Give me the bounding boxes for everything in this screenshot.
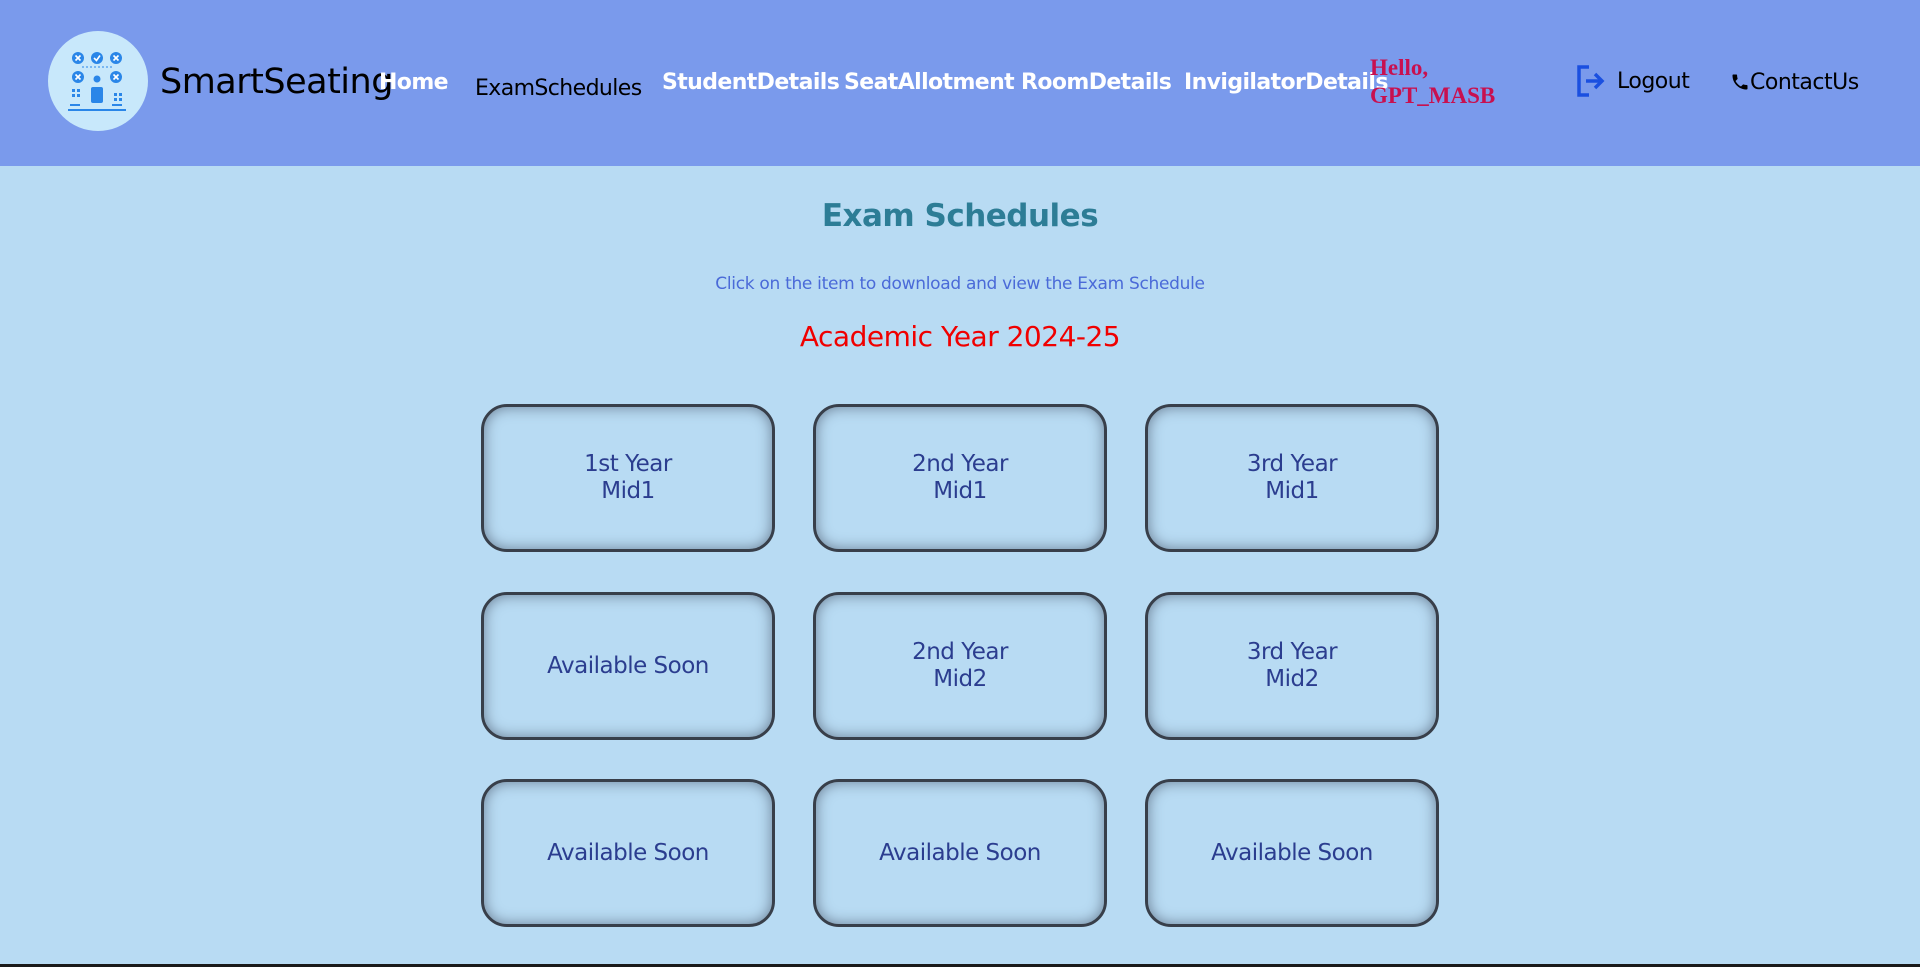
card-line1: 3rd Year — [1246, 639, 1338, 665]
card-line2: Mid1 — [1265, 478, 1319, 504]
logout-button[interactable]: Logout — [1575, 64, 1690, 98]
schedule-card-2nd-year-mid1[interactable]: 2nd Year Mid1 — [813, 404, 1107, 552]
schedule-card-3rd-year-mid2[interactable]: 3rd Year Mid2 — [1145, 592, 1439, 740]
nav-seat-allotment[interactable]: SeatAllotment — [844, 70, 1015, 96]
schedule-card-available-soon[interactable]: Available Soon — [481, 592, 775, 740]
contact-us-link[interactable]: ContactUs — [1730, 68, 1859, 96]
greeting-username: GPT_MASB — [1370, 83, 1496, 108]
card-line1: 2nd Year — [912, 639, 1008, 665]
card-line1: 1st Year — [584, 451, 672, 477]
nav-home[interactable]: Home — [379, 70, 449, 96]
logout-label: Logout — [1617, 68, 1690, 94]
nav-invigilator-details[interactable]: InvigilatorDetails — [1184, 70, 1388, 96]
schedule-card-available-soon[interactable]: Available Soon — [813, 779, 1107, 927]
card-line1: 2nd Year — [912, 451, 1008, 477]
schedule-card-available-soon[interactable]: Available Soon — [481, 779, 775, 927]
academic-year: Academic Year 2024-25 — [799, 320, 1121, 353]
logout-icon — [1577, 65, 1605, 97]
schedule-card-3rd-year-mid1[interactable]: 3rd Year Mid1 — [1145, 404, 1439, 552]
schedule-card-2nd-year-mid2[interactable]: 2nd Year Mid2 — [813, 592, 1107, 740]
card-line2: Mid2 — [933, 666, 987, 692]
card-line2: Mid1 — [933, 478, 987, 504]
schedule-card-1st-year-mid1[interactable]: 1st Year Mid1 — [481, 404, 775, 552]
card-line2: Mid2 — [1265, 666, 1319, 692]
card-line1: Available Soon — [1211, 839, 1373, 866]
contact-us-label: ContactUs — [1750, 69, 1859, 95]
schedule-card-available-soon[interactable]: Available Soon — [1145, 779, 1439, 927]
card-line1: Available Soon — [547, 652, 709, 679]
card-line1: Available Soon — [547, 839, 709, 866]
card-line1: Available Soon — [879, 839, 1041, 866]
navbar: SmartSeating Home ExamSchedules StudentD… — [0, 0, 1920, 166]
greeting-line1: Hello, — [1370, 55, 1429, 80]
card-line2: Mid1 — [601, 478, 655, 504]
brand-name[interactable]: SmartSeating — [160, 62, 393, 102]
card-line1: 3rd Year — [1246, 451, 1338, 477]
classroom-seating-icon — [68, 52, 126, 111]
phone-icon — [1732, 74, 1748, 90]
nav-exam-schedules[interactable]: ExamSchedules — [475, 76, 642, 102]
user-greeting: Hello, GPT_MASB — [1370, 54, 1495, 110]
page-title: Exam Schedules — [821, 198, 1099, 234]
logo[interactable] — [48, 31, 148, 131]
nav-student-details[interactable]: StudentDetails — [662, 70, 840, 96]
page-subtitle: Click on the item to download and view t… — [715, 274, 1205, 294]
nav-room-details[interactable]: RoomDetails — [1021, 70, 1172, 96]
